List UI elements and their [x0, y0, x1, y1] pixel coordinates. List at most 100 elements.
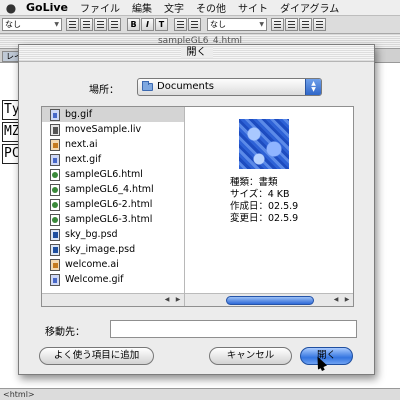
file-name: bg.gif — [65, 109, 93, 120]
link-button[interactable] — [299, 18, 312, 31]
apple-menu-icon[interactable]: ● — [0, 1, 22, 15]
menu-diagram[interactable]: ダイアグラム — [280, 0, 339, 15]
file-list[interactable]: bg.gif moveSample.liv next.ai next.gif s… — [42, 107, 185, 306]
browser-horizontal-scrollbar[interactable]: ◀ ▶ — [185, 293, 353, 306]
html-file-icon — [50, 183, 60, 196]
document-status-bar: <html> — [0, 388, 400, 400]
file-name: moveSample.liv — [65, 124, 142, 135]
font-size-select[interactable]: なし — [207, 18, 267, 31]
liv-file-icon — [50, 123, 60, 136]
list-button[interactable] — [108, 18, 121, 31]
menu-type[interactable]: 文字 — [164, 0, 184, 15]
align-right-icon — [97, 21, 104, 28]
add-to-favorites-button[interactable]: よく使う項目に追加 — [39, 347, 154, 365]
html-file-icon — [50, 168, 60, 181]
scroll-left-arrow-icon[interactable]: ◀ — [162, 295, 172, 305]
html-file-icon — [50, 213, 60, 226]
file-row[interactable]: sampleGL6-2.html — [42, 197, 184, 212]
teletype-button[interactable]: T — [155, 18, 168, 31]
indent-right-button[interactable] — [188, 18, 201, 31]
file-row[interactable]: welcome.ai — [42, 257, 184, 272]
bold-button[interactable]: B — [127, 18, 140, 31]
file-row[interactable]: sampleGL6.html — [42, 167, 184, 182]
unlink-button[interactable] — [313, 18, 326, 31]
file-name: Welcome.gif — [65, 274, 124, 285]
menu-site[interactable]: サイト — [238, 0, 268, 15]
folder-icon — [142, 81, 153, 91]
align-left-button[interactable] — [66, 18, 79, 31]
indent-right-icon — [191, 21, 198, 28]
scroll-left-arrow-icon[interactable]: ◀ — [331, 295, 341, 305]
file-size: サイズ：4 KB — [230, 189, 290, 200]
file-kind: 種類：書類 — [230, 177, 278, 188]
file-info: 種類：書類 サイズ：4 KB 作成日：02.5.9 変更日：02.5.9 — [230, 177, 298, 225]
location-label: 場所： — [89, 85, 119, 96]
file-name: sampleGL6-3.html — [65, 214, 153, 225]
align-left-icon — [69, 21, 76, 28]
cancel-button[interactable]: キャンセル — [209, 347, 292, 365]
file-modified: 変更日：02.5.9 — [230, 213, 299, 224]
file-row[interactable]: moveSample.liv — [42, 122, 184, 137]
menu-special[interactable]: その他 — [196, 0, 226, 15]
menu-edit[interactable]: 編集 — [132, 0, 152, 15]
destination-label: 移動先： — [45, 327, 85, 338]
link-icon — [302, 21, 309, 28]
list-icon — [111, 21, 118, 28]
file-row[interactable]: sampleGL6_4.html — [42, 182, 184, 197]
file-created: 作成日：02.5.9 — [230, 201, 299, 212]
psd-file-icon — [50, 228, 60, 241]
preview-pane: 種類：書類 サイズ：4 KB 作成日：02.5.9 変更日：02.5.9 ◀ ▶ — [185, 107, 353, 306]
file-row[interactable]: sky_bg.psd — [42, 227, 184, 242]
file-row[interactable]: sampleGL6-3.html — [42, 212, 184, 227]
gif-file-icon — [50, 273, 60, 286]
psd-file-icon — [50, 243, 60, 256]
file-name: sampleGL6_4.html — [65, 184, 154, 195]
file-list-scrollbar[interactable]: ◀ ▶ — [42, 293, 184, 306]
gif-file-icon — [50, 108, 60, 121]
scroll-right-arrow-icon[interactable]: ▶ — [342, 295, 352, 305]
open-dialog: 開く 場所： Documents ▲ ▼ bg.gif moveSample.li… — [18, 44, 375, 375]
scroll-right-arrow-icon[interactable]: ▶ — [173, 295, 183, 305]
unlink-icon — [316, 21, 323, 28]
align-center-button[interactable] — [80, 18, 93, 31]
html-file-icon — [50, 198, 60, 211]
markup-tree-label[interactable]: <html> — [3, 390, 35, 399]
illustrator-file-icon — [50, 258, 60, 271]
file-row[interactable]: next.ai — [42, 137, 184, 152]
file-row[interactable]: sky_image.psd — [42, 242, 184, 257]
file-name: welcome.ai — [65, 259, 119, 270]
destination-input[interactable] — [110, 320, 357, 338]
file-name: next.gif — [65, 154, 102, 165]
menu-file[interactable]: ファイル — [80, 0, 120, 15]
align-center-icon — [83, 21, 90, 28]
numbered-list-icon — [288, 21, 295, 28]
dialog-title-bar[interactable]: 開く — [19, 45, 374, 62]
file-name: sampleGL6.html — [65, 169, 143, 180]
file-name: sky_image.psd — [65, 244, 136, 255]
file-row[interactable]: Welcome.gif — [42, 272, 184, 287]
format-toolbar: なし B I T なし — [0, 16, 400, 34]
file-row-selected[interactable]: bg.gif — [42, 107, 184, 122]
preview-thumbnail — [239, 119, 289, 169]
bullet-list-icon — [274, 21, 281, 28]
file-name: sky_bg.psd — [65, 229, 118, 240]
bullet-list-button[interactable] — [271, 18, 284, 31]
illustrator-file-icon — [50, 138, 60, 151]
indent-left-button[interactable] — [174, 18, 187, 31]
location-value: Documents — [157, 81, 215, 92]
paragraph-style-select[interactable]: なし — [2, 18, 62, 31]
popup-arrows-icon: ▲ ▼ — [305, 79, 321, 95]
menu-bar: ● GoLive ファイル 編集 文字 その他 サイト ダイアグラム — [0, 0, 400, 16]
italic-button[interactable]: I — [141, 18, 154, 31]
menu-app-name[interactable]: GoLive — [22, 1, 68, 14]
scrollbar-thumb[interactable] — [226, 296, 314, 305]
location-popup[interactable]: Documents ▲ ▼ — [137, 78, 322, 96]
file-name: sampleGL6-2.html — [65, 199, 153, 210]
file-row[interactable]: next.gif — [42, 152, 184, 167]
file-browser: bg.gif moveSample.liv next.ai next.gif s… — [41, 106, 354, 307]
file-name: next.ai — [65, 139, 98, 150]
indent-left-icon — [177, 21, 184, 28]
open-button[interactable]: 開く — [300, 347, 353, 365]
align-right-button[interactable] — [94, 18, 107, 31]
numbered-list-button[interactable] — [285, 18, 298, 31]
